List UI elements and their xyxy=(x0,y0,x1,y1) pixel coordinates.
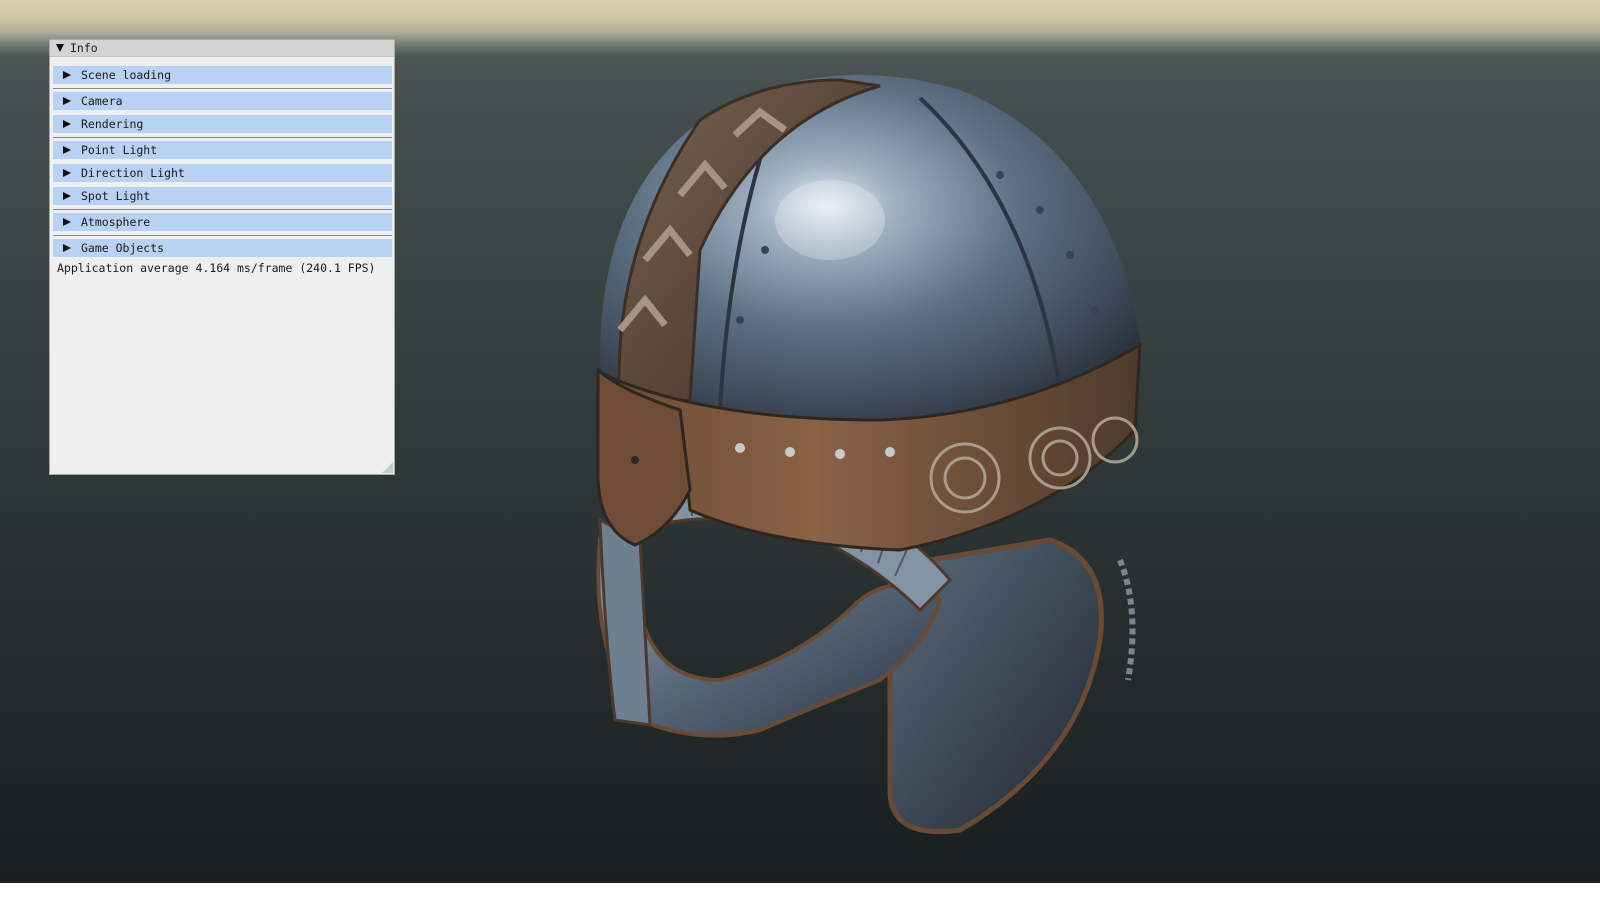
separator xyxy=(53,235,392,236)
header-rendering[interactable]: Rendering xyxy=(53,115,392,133)
separator xyxy=(53,209,392,210)
scene-viewport[interactable]: Info Scene loading Camera Rendering Poin… xyxy=(0,0,1600,900)
triangle-down-icon xyxy=(56,44,64,52)
resize-grip-icon[interactable] xyxy=(382,462,393,473)
info-window-title: Info xyxy=(70,41,98,55)
header-label: Camera xyxy=(81,94,123,108)
triangle-right-icon xyxy=(63,192,71,200)
fps-status-text: Application average 4.164 ms/frame (240.… xyxy=(57,261,376,275)
header-label: Rendering xyxy=(81,117,144,131)
info-window[interactable]: Info Scene loading Camera Rendering Poin… xyxy=(49,39,395,475)
bottom-edge xyxy=(0,883,1600,900)
header-spot-light[interactable]: Spot Light xyxy=(53,187,392,205)
header-direction-light[interactable]: Direction Light xyxy=(53,164,392,182)
triangle-right-icon xyxy=(63,244,71,252)
header-game-objects[interactable]: Game Objects xyxy=(53,239,392,257)
triangle-right-icon xyxy=(63,71,71,79)
header-camera[interactable]: Camera xyxy=(53,92,392,110)
header-label: Game Objects xyxy=(81,241,165,255)
separator xyxy=(53,137,392,138)
header-label: Atmosphere xyxy=(81,215,151,229)
header-label: Direction Light xyxy=(81,166,185,180)
header-point-light[interactable]: Point Light xyxy=(53,141,392,159)
header-scene-loading[interactable]: Scene loading xyxy=(53,66,392,84)
triangle-right-icon xyxy=(63,218,71,226)
header-atmosphere[interactable]: Atmosphere xyxy=(53,213,392,231)
header-label: Scene loading xyxy=(81,68,172,82)
triangle-right-icon xyxy=(63,146,71,154)
separator xyxy=(53,88,392,89)
triangle-right-icon xyxy=(63,169,71,177)
triangle-right-icon xyxy=(63,120,71,128)
header-label: Point Light xyxy=(81,143,158,157)
triangle-right-icon xyxy=(63,97,71,105)
header-label: Spot Light xyxy=(81,189,151,203)
info-window-titlebar[interactable]: Info xyxy=(50,40,394,57)
